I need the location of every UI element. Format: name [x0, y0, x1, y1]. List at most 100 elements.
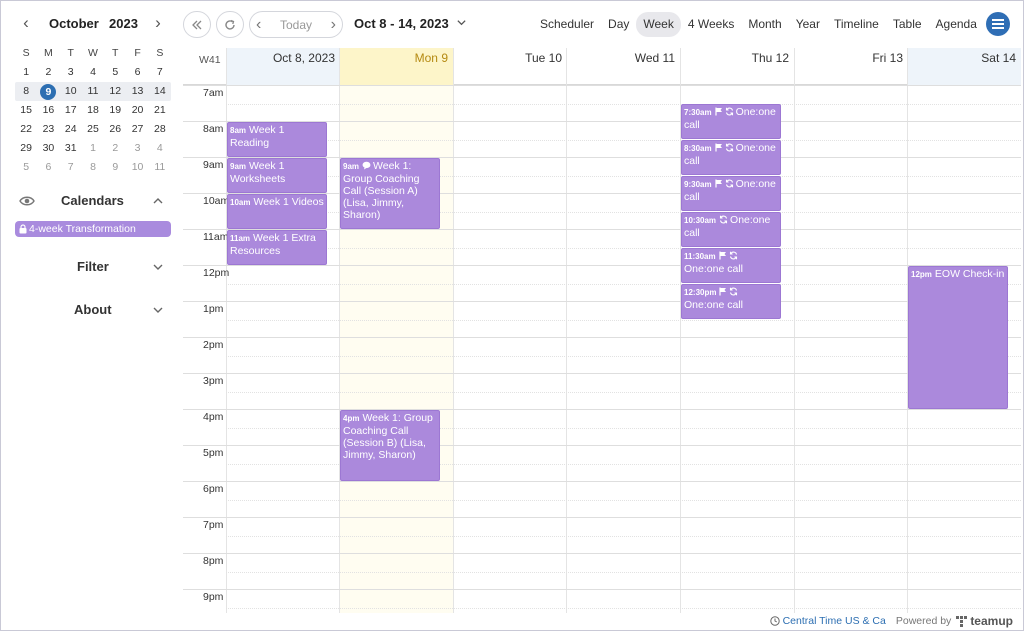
mini-calendar-day[interactable]: 7: [60, 158, 82, 177]
mini-calendar-day[interactable]: 3: [60, 63, 82, 82]
calendar-event[interactable]: 9am Week 1 Worksheets: [227, 158, 327, 193]
calendar-event[interactable]: 11:30am One:one call: [681, 248, 781, 283]
calendar-event[interactable]: 8am Week 1 Reading: [227, 122, 327, 157]
view-tab-4-weeks[interactable]: 4 Weeks: [681, 12, 741, 37]
mini-calendar-day[interactable]: 13: [126, 82, 148, 101]
view-tab-day[interactable]: Day: [601, 12, 636, 37]
mini-calendar-day[interactable]: 28: [149, 120, 171, 139]
mini-calendar-day[interactable]: 6: [37, 158, 59, 177]
comment-icon: [362, 161, 371, 170]
main-menu-button[interactable]: [986, 12, 1010, 36]
mini-calendar-day[interactable]: 17: [60, 101, 82, 120]
mini-calendar-day[interactable]: 3: [126, 139, 148, 158]
refresh-button[interactable]: [216, 11, 244, 38]
prev-week-icon[interactable]: ‹: [256, 16, 261, 34]
eye-icon[interactable]: [19, 194, 35, 208]
view-tab-scheduler[interactable]: Scheduler: [533, 12, 601, 37]
mini-calendar-day[interactable]: 29: [15, 139, 37, 158]
next-month-icon[interactable]: ›: [150, 14, 166, 33]
time-grid[interactable]: 7am 8am 9am 10am 11am 12pm 1pm 2pm 3pm 4pm 5pm 6pm 7…: [183, 85, 1021, 613]
mini-calendar-day[interactable]: 24: [60, 120, 82, 139]
mini-calendar-day[interactable]: 12: [104, 82, 126, 101]
mini-calendar-day[interactable]: 11: [149, 158, 171, 177]
calendar-event[interactable]: 9am Week 1: Group Coaching Call (Session …: [340, 158, 440, 229]
day-header[interactable]: Oct 8, 2023: [226, 48, 340, 85]
day-header[interactable]: Tue 10: [453, 48, 567, 85]
calendar-event[interactable]: 12pm EOW Check-in: [908, 266, 1008, 409]
mini-calendar-year[interactable]: 2023: [109, 16, 138, 31]
mini-calendar-day[interactable]: 20: [126, 101, 148, 120]
today-button[interactable]: Today: [280, 18, 312, 32]
mini-calendar-day[interactable]: 11: [82, 82, 104, 101]
chevron-down-icon[interactable]: [152, 261, 164, 273]
calendar-event[interactable]: 12:30pm One:one call: [681, 284, 781, 319]
mini-calendar-day[interactable]: 4: [82, 63, 104, 82]
hour-label: 1pm: [203, 303, 224, 315]
view-tab-year[interactable]: Year: [789, 12, 827, 37]
prev-month-icon[interactable]: ‹: [18, 14, 34, 33]
mini-calendar-day[interactable]: 10: [60, 82, 82, 101]
filter-section-header[interactable]: Filter: [15, 258, 171, 276]
hour-row: 8pm: [183, 553, 1021, 589]
view-tab-week[interactable]: Week: [636, 12, 681, 37]
mini-calendar-day[interactable]: 26: [104, 120, 126, 139]
mini-calendar-day[interactable]: 1: [15, 63, 37, 82]
day-number: 13: [131, 85, 144, 97]
mini-calendar-day[interactable]: 19: [104, 101, 126, 120]
mini-calendar-selected-day[interactable]: 9: [37, 82, 59, 101]
day-number: 12: [109, 85, 122, 97]
day-header[interactable]: Thu 12: [680, 48, 794, 85]
collapse-sidebar-button[interactable]: [183, 11, 211, 38]
calendar-item[interactable]: 4-week Transformation: [15, 221, 171, 237]
next-week-icon[interactable]: ›: [331, 16, 336, 34]
mini-calendar-day[interactable]: 8: [15, 82, 37, 101]
mini-calendar-day[interactable]: 2: [104, 139, 126, 158]
calendar-event[interactable]: 7:30am One:one call: [681, 104, 781, 139]
mini-calendar-day[interactable]: 10: [126, 158, 148, 177]
mini-calendar-month[interactable]: October: [49, 16, 99, 31]
day-header[interactable]: Fri 13: [794, 48, 908, 85]
day-header[interactable]: Mon 9: [339, 48, 453, 85]
calendar-event[interactable]: 11am Week 1 Extra Resources: [227, 230, 327, 265]
calendar-event[interactable]: 4pm Week 1: Group Coaching Call (Session …: [340, 410, 440, 481]
mini-calendar-day[interactable]: 21: [149, 101, 171, 120]
mini-calendar-day[interactable]: 2: [37, 63, 59, 82]
calendar-event[interactable]: 10:30am One:one call: [681, 212, 781, 247]
mini-calendar-day[interactable]: 9: [104, 158, 126, 177]
mini-calendar-day[interactable]: 4: [149, 139, 171, 158]
view-tab-agenda[interactable]: Agenda: [929, 12, 984, 37]
day-header[interactable]: Sat 14: [907, 48, 1021, 85]
day-header[interactable]: Wed 11: [566, 48, 680, 85]
view-tab-month[interactable]: Month: [741, 12, 788, 37]
mini-calendar-day[interactable]: 7: [149, 63, 171, 82]
mini-calendar-day[interactable]: 18: [82, 101, 104, 120]
view-tab-table[interactable]: Table: [886, 12, 929, 37]
mini-calendar-day[interactable]: 27: [126, 120, 148, 139]
mini-calendar-day[interactable]: 5: [104, 63, 126, 82]
calendar-event[interactable]: 8:30am One:one call: [681, 140, 781, 175]
calendars-section-header[interactable]: Calendars: [15, 192, 171, 210]
mini-calendar-day[interactable]: 5: [15, 158, 37, 177]
mini-calendar-day[interactable]: 22: [15, 120, 37, 139]
hour-label: 12pm: [203, 267, 230, 279]
mini-calendar-day[interactable]: 8: [82, 158, 104, 177]
about-section-header[interactable]: About: [15, 301, 171, 319]
calendar-event[interactable]: 9:30am One:one call: [681, 176, 781, 211]
mini-calendar-day[interactable]: 14: [149, 82, 171, 101]
date-range-picker[interactable]: Oct 8 - 14, 2023: [354, 16, 467, 31]
mini-calendar-day[interactable]: 15: [15, 101, 37, 120]
mini-calendar-day[interactable]: 6: [126, 63, 148, 82]
mini-calendar-day[interactable]: 25: [82, 120, 104, 139]
view-tab-timeline[interactable]: Timeline: [827, 12, 886, 37]
mini-calendar-day[interactable]: 30: [37, 139, 59, 158]
mini-calendar-day[interactable]: 31: [60, 139, 82, 158]
chevron-down-icon[interactable]: [152, 304, 164, 316]
mini-calendar-day[interactable]: 23: [37, 120, 59, 139]
calendar-event[interactable]: 10am Week 1 Videos: [227, 194, 327, 229]
mini-calendar-day[interactable]: 1: [82, 139, 104, 158]
chevron-up-icon[interactable]: [152, 195, 164, 207]
mini-calendar-day[interactable]: 16: [37, 101, 59, 120]
teamup-logo[interactable]: teamup: [956, 614, 1013, 628]
timezone-link[interactable]: Central Time US & Ca: [769, 615, 886, 627]
mini-calendar-week: 8 9 10 11 12 13 14: [15, 82, 171, 101]
